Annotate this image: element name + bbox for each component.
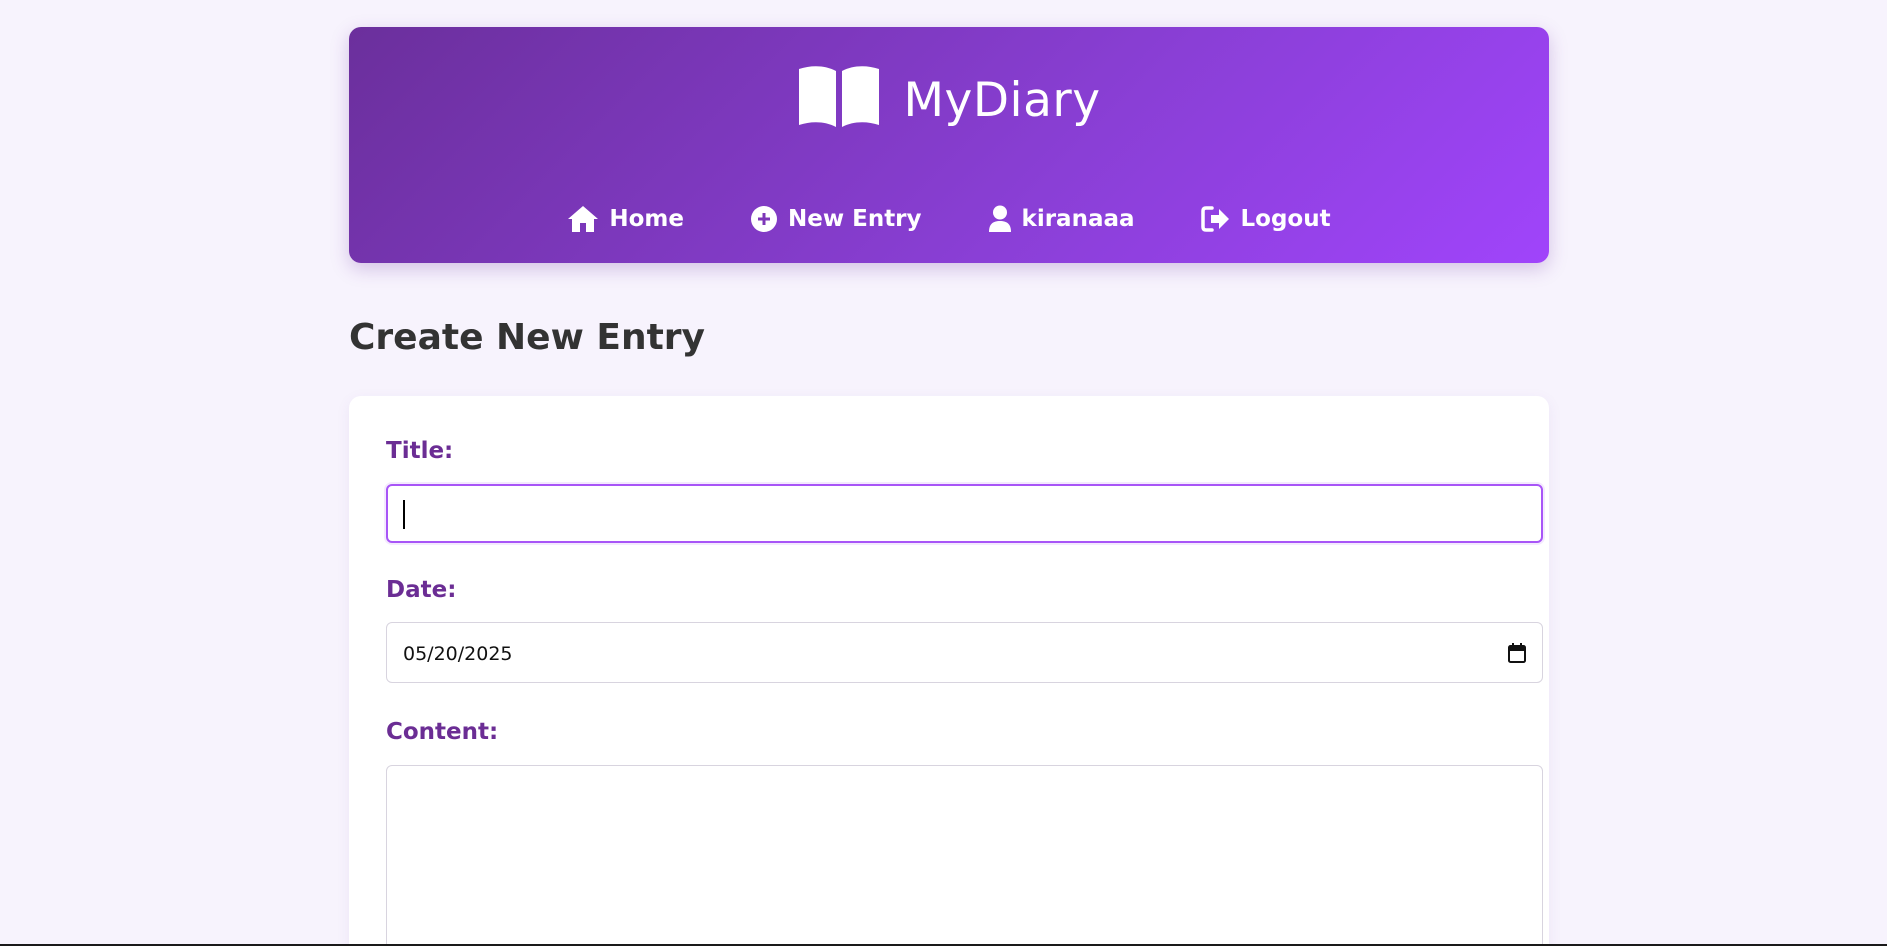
text-caret <box>403 500 405 529</box>
main-nav: Home New Entry kiranaaa Logout <box>349 205 1549 233</box>
site-header: MyDiary Home New Entry kiranaaa Logout <box>349 27 1549 263</box>
nav-new-entry[interactable]: New Entry <box>750 205 922 233</box>
title-input[interactable] <box>386 484 1543 543</box>
date-label: Date: <box>386 577 457 603</box>
content-textarea[interactable] <box>386 765 1543 946</box>
logout-icon <box>1200 206 1229 232</box>
title-label: Title: <box>386 438 454 464</box>
nav-logout[interactable]: Logout <box>1200 205 1331 233</box>
nav-home-label: Home <box>609 206 684 232</box>
open-book-icon <box>799 66 880 127</box>
nav-logout-label: Logout <box>1240 206 1331 232</box>
nav-profile[interactable]: kiranaaa <box>988 205 1135 233</box>
new-entry-form: Title: Date: 05/20/2025 Content: <box>349 396 1549 946</box>
home-icon <box>568 206 599 232</box>
brand[interactable]: MyDiary <box>349 63 1549 129</box>
nav-home[interactable]: Home <box>567 205 684 233</box>
date-input[interactable]: 05/20/2025 <box>386 622 1543 683</box>
nav-profile-label: kiranaaa <box>1021 206 1135 232</box>
calendar-icon[interactable] <box>1508 643 1526 663</box>
nav-new-entry-label: New Entry <box>788 206 922 232</box>
page: MyDiary Home New Entry kiranaaa Logout C… <box>0 0 1887 946</box>
page-title: Create New Entry <box>349 317 706 358</box>
date-value: 05/20/2025 <box>403 642 513 665</box>
brand-title: MyDiary <box>903 72 1101 128</box>
plus-circle-icon <box>751 206 777 232</box>
user-icon <box>988 205 1011 232</box>
content-label: Content: <box>386 719 499 745</box>
